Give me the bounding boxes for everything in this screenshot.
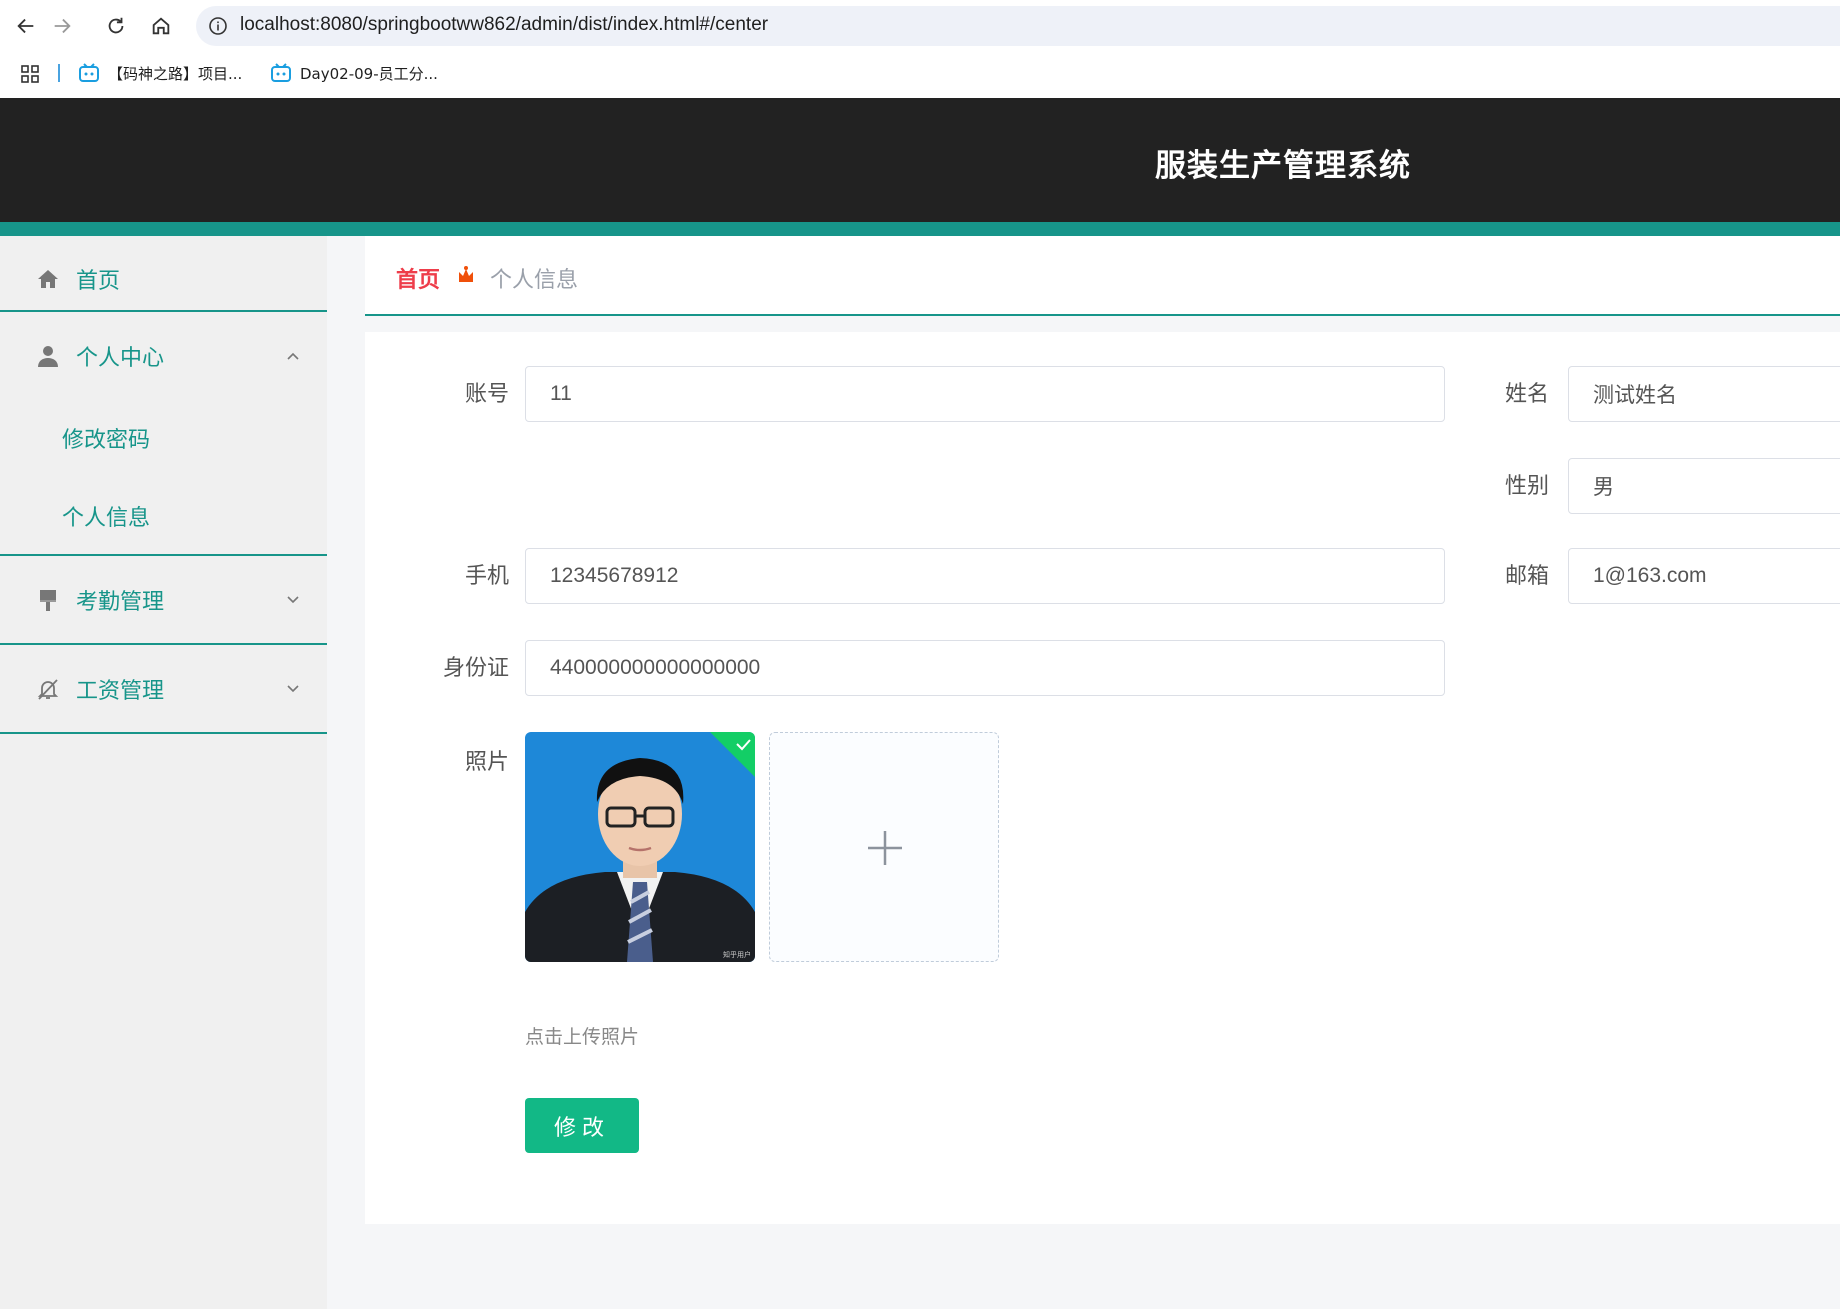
app-header: 服装生产管理系统	[0, 98, 1840, 222]
sidebar-item-label: 首页	[76, 269, 121, 294]
portrait-image	[525, 732, 755, 962]
forward-button[interactable]	[46, 10, 78, 42]
photo-label: 照片	[464, 750, 509, 775]
account-input[interactable]: 11	[525, 366, 1445, 422]
bookmark-separator	[58, 64, 60, 82]
sidebar-item-label: 工资管理	[76, 679, 165, 704]
sidebar-item-label: 考勤管理	[76, 590, 165, 615]
account-label: 账号	[464, 382, 509, 407]
user-icon	[38, 346, 58, 367]
sidebar-item-label: 个人中心	[76, 346, 165, 371]
plus-icon	[868, 831, 902, 865]
phone-label: 手机	[464, 564, 509, 589]
back-button[interactable]	[10, 10, 42, 42]
sidebar-item-salary[interactable]: 工资管理	[0, 645, 327, 733]
breadcrumb: 首页 个人信息	[365, 236, 1840, 316]
photo-watermark: 知乎用户	[723, 951, 751, 959]
reload-icon	[108, 17, 124, 34]
app-title: 服装生产管理系统	[1155, 148, 1411, 184]
name-label: 姓名	[1504, 382, 1549, 407]
sidebar-subitem-personal-info[interactable]: 个人信息	[62, 500, 150, 532]
reload-button[interactable]	[100, 10, 132, 42]
site-info-icon[interactable]	[208, 16, 228, 36]
sidebar-item-personal-center[interactable]: 个人中心	[0, 312, 327, 400]
email-label: 邮箱	[1504, 564, 1549, 589]
home-outline-icon	[152, 17, 170, 35]
chevron-down-icon	[287, 685, 299, 693]
uploaded-photo[interactable]: 知乎用户	[525, 732, 755, 962]
brush-icon	[40, 590, 56, 611]
email-input[interactable]: 1@163.com	[1568, 548, 1840, 604]
gender-label: 性别	[1504, 474, 1549, 499]
chevron-down-icon	[287, 596, 299, 604]
bilibili-icon	[79, 63, 99, 82]
main-content: 首页 个人信息 账号 11 姓名 测试姓名 性别 男 手机 1234567891…	[327, 236, 1840, 1309]
id-card-input[interactable]: 440000000000000000	[525, 640, 1445, 696]
upload-hint: 点击上传照片	[525, 1026, 640, 1048]
forward-arrow-icon	[54, 18, 71, 34]
breadcrumb-home[interactable]: 首页	[396, 262, 440, 294]
home-button[interactable]	[145, 10, 177, 42]
home-icon	[38, 270, 58, 288]
address-bar[interactable]: localhost:8080/springbootww862/admin/dis…	[196, 6, 1840, 46]
profile-form: 账号 11 姓名 测试姓名 性别 男 手机 12345678912 邮箱 1@1…	[365, 332, 1840, 1224]
url-text[interactable]: localhost:8080/springbootww862/admin/dis…	[240, 14, 768, 36]
back-arrow-icon	[17, 18, 34, 34]
chevron-up-icon	[287, 352, 299, 360]
name-input[interactable]: 测试姓名	[1568, 366, 1840, 422]
bookmark-label: Day02-09-员工分...	[300, 64, 438, 83]
sidebar-item-attendance[interactable]: 考勤管理	[0, 556, 327, 644]
apps-grid-icon[interactable]	[20, 64, 40, 84]
photo-upload-trigger[interactable]	[769, 732, 999, 962]
phone-input[interactable]: 12345678912	[525, 548, 1445, 604]
bookmark-item[interactable]: Day02-09-员工分...	[270, 61, 438, 85]
bell-off-icon	[37, 679, 59, 700]
modify-button[interactable]: 修改	[525, 1098, 639, 1153]
browser-chrome: localhost:8080/springbootww862/admin/dis…	[0, 0, 1840, 98]
bilibili-icon	[271, 63, 291, 82]
sidebar-subitem-change-password[interactable]: 修改密码	[62, 422, 150, 454]
crown-icon	[459, 266, 473, 282]
header-accent-bar	[0, 222, 1840, 236]
id-card-label: 身份证	[442, 656, 509, 681]
sidebar: 首页 个人中心 修改密码 个人信息 考勤管理 工资管理	[0, 236, 327, 1309]
gender-select[interactable]: 男	[1568, 458, 1840, 514]
breadcrumb-current: 个人信息	[490, 268, 579, 293]
bookmark-item[interactable]: 【码神之路】项目...	[78, 61, 242, 85]
menu-divider	[0, 732, 327, 734]
bookmark-label: 【码神之路】项目...	[108, 64, 243, 83]
bookmarks-bar: 【码神之路】项目... Day02-09-员工分...	[0, 58, 1840, 88]
